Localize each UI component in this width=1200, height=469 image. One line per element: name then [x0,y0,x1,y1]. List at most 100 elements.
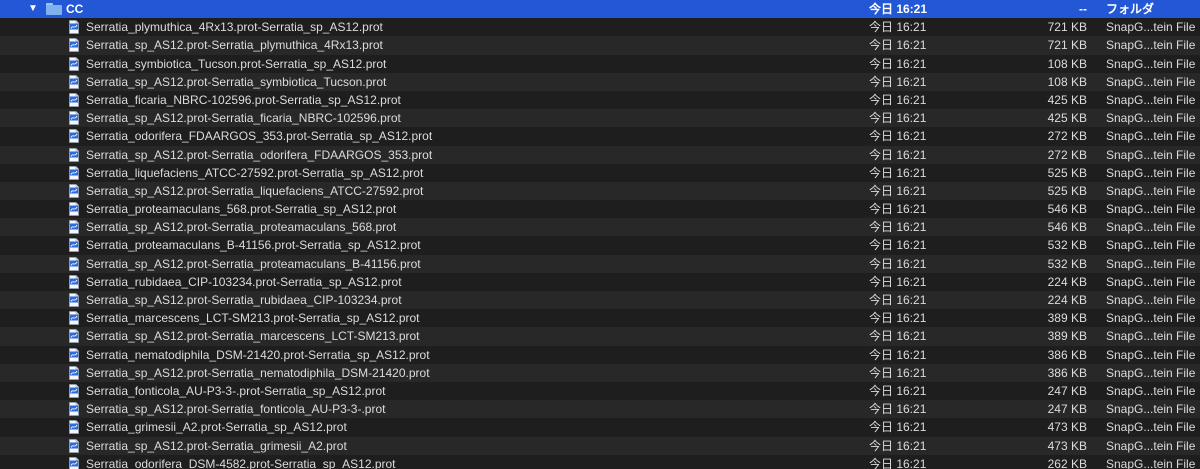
file-row[interactable]: Serratia_grimesii_A2.prot-Serratia_sp_AS… [0,418,1200,436]
file-name: Serratia_odorifera_DSM-4582.prot-Serrati… [86,456,396,469]
file-name: Serratia_sp_AS12.prot-Serratia_marcescen… [86,329,420,344]
file-kind: SnapG...tein File [1106,438,1196,453]
date-modified: 今日 16:21 [869,74,927,89]
file-row[interactable]: Serratia_sp_AS12.prot-Serratia_rubidaea_… [0,291,1200,310]
snapgene-file-icon [69,111,79,126]
folder-row-cc[interactable]: ▼ CC 今日 16:21 -- フォルダ [0,0,1200,19]
file-name: Serratia_marcescens_LCT-SM213.prot-Serra… [86,311,420,326]
file-row[interactable]: Serratia_nematodiphila_DSM-21420.prot-Se… [0,346,1200,364]
file-name: Serratia_sp_AS12.prot-Serratia_plymuthic… [86,38,383,53]
file-name: Serratia_plymuthica_4Rx13.prot-Serratia_… [86,20,383,35]
file-kind: SnapG...tein File [1106,256,1196,271]
date-modified: 今日 16:21 [869,38,927,53]
snapgene-file-icon [69,183,79,198]
snapgene-file-icon [69,238,79,253]
file-row[interactable]: Serratia_rubidaea_CIP-103234.prot-Serrat… [0,273,1200,291]
file-size: 108 KB [1047,56,1087,71]
date-modified: 今日 16:21 [869,383,927,398]
snapgene-file-icon [69,347,79,362]
file-kind: SnapG...tein File [1106,274,1196,289]
snapgene-file-icon [69,56,79,71]
file-size: 473 KB [1047,438,1087,453]
file-name: Serratia_ficaria_NBRC-102596.prot-Serrat… [86,92,401,107]
file-kind: SnapG...tein File [1106,220,1196,235]
file-row[interactable]: Serratia_proteamaculans_568.prot-Serrati… [0,200,1200,218]
file-row[interactable]: Serratia_sp_AS12.prot-Serratia_grimesii_… [0,436,1200,455]
file-name: Serratia_rubidaea_CIP-103234.prot-Serrat… [86,274,402,289]
date-modified: 今日 16:21 [869,20,927,35]
date-modified: 今日 16:21 [869,202,927,217]
snapgene-file-icon [69,311,79,326]
file-rows: Serratia_plymuthica_4Rx13.prot-Serratia_… [0,18,1200,469]
file-row[interactable]: Serratia_odorifera_FDAARGOS_353.prot-Ser… [0,127,1200,145]
snapgene-file-icon [69,202,79,216]
file-row[interactable]: Serratia_plymuthica_4Rx13.prot-Serratia_… [0,18,1200,36]
file-row[interactable]: Serratia_sp_AS12.prot-Serratia_liquefaci… [0,181,1200,201]
file-size: 721 KB [1047,38,1087,53]
file-row[interactable]: Serratia_marcescens_LCT-SM213.prot-Serra… [0,309,1200,327]
file-size: 224 KB [1047,274,1087,289]
file-row[interactable]: Serratia_fonticola_AU-P3-3-.prot-Serrati… [0,382,1200,400]
file-kind: SnapG...tein File [1106,383,1196,398]
date-modified: 今日 16:21 [869,147,927,162]
file-size: 721 KB [1047,20,1087,35]
file-row[interactable]: Serratia_sp_AS12.prot-Serratia_marcescen… [0,327,1200,346]
file-row[interactable]: Serratia_proteamaculans_B-41156.prot-Ser… [0,236,1200,254]
file-size: 262 KB [1047,456,1087,469]
file-size: 546 KB [1047,220,1087,235]
file-row[interactable]: Serratia_sp_AS12.prot-Serratia_plymuthic… [0,36,1200,55]
file-row[interactable]: Serratia_liquefaciens_ATCC-27592.prot-Se… [0,164,1200,182]
file-size: -- [1079,2,1087,16]
date-modified: 今日 16:21 [869,329,927,344]
file-row[interactable]: Serratia_symbiotica_Tucson.prot-Serratia… [0,55,1200,73]
snapgene-file-icon [69,365,79,380]
date-modified: 今日 16:21 [869,2,928,16]
file-row[interactable]: Serratia_sp_AS12.prot-Serratia_proteamac… [0,254,1200,273]
file-kind: SnapG...tein File [1106,311,1196,326]
file-kind: SnapG...tein File [1106,183,1196,198]
date-modified: 今日 16:21 [869,111,927,126]
file-row[interactable]: Serratia_sp_AS12.prot-Serratia_odorifera… [0,145,1200,164]
date-modified: 今日 16:21 [869,365,927,380]
file-kind: SnapG...tein File [1106,111,1196,126]
file-size: 108 KB [1047,74,1087,89]
file-kind: SnapG...tein File [1106,202,1196,217]
date-modified: 今日 16:21 [869,165,927,180]
file-kind: SnapG...tein File [1106,92,1196,107]
snapgene-file-icon [69,147,79,162]
file-row[interactable]: Serratia_odorifera_DSM-4582.prot-Serrati… [0,455,1200,469]
file-size: 224 KB [1047,293,1087,307]
file-name: Serratia_fonticola_AU-P3-3-.prot-Serrati… [86,383,386,398]
file-row[interactable]: Serratia_sp_AS12.prot-Serratia_ficaria_N… [0,109,1200,128]
file-name: Serratia_sp_AS12.prot-Serratia_liquefaci… [86,183,424,198]
file-kind: SnapG...tein File [1106,347,1196,362]
file-row[interactable]: Serratia_sp_AS12.prot-Serratia_symbiotic… [0,72,1200,91]
snapgene-file-icon [69,329,79,344]
disclosure-triangle-icon[interactable]: ▼ [28,0,40,18]
snapgene-file-icon [69,20,79,35]
snapgene-file-icon [69,274,79,289]
snapgene-file-icon [69,402,79,417]
date-modified: 今日 16:21 [869,256,927,271]
date-modified: 今日 16:21 [869,347,927,362]
file-row[interactable]: Serratia_sp_AS12.prot-Serratia_fonticola… [0,400,1200,419]
file-kind: SnapG...tein File [1106,38,1196,53]
file-name: Serratia_sp_AS12.prot-Serratia_proteamac… [86,256,421,271]
date-modified: 今日 16:21 [869,402,927,417]
file-size: 473 KB [1047,420,1087,435]
file-row[interactable]: Serratia_sp_AS12.prot-Serratia_proteamac… [0,218,1200,237]
file-row[interactable]: Serratia_sp_AS12.prot-Serratia_nematodip… [0,363,1200,382]
file-name: Serratia_odorifera_FDAARGOS_353.prot-Ser… [86,129,433,144]
file-size: 532 KB [1047,238,1087,253]
file-name: Serratia_sp_AS12.prot-Serratia_nematodip… [86,365,430,380]
file-name: Serratia_sp_AS12.prot-Serratia_symbiotic… [86,74,387,89]
file-name: Serratia_sp_AS12.prot-Serratia_ficaria_N… [86,111,401,126]
snapgene-file-icon [69,384,79,398]
file-row[interactable]: Serratia_ficaria_NBRC-102596.prot-Serrat… [0,91,1200,109]
file-name: Serratia_symbiotica_Tucson.prot-Serratia… [86,56,387,71]
date-modified: 今日 16:21 [869,274,927,289]
file-kind: SnapG...tein File [1106,402,1196,417]
file-kind: SnapG...tein File [1106,129,1196,144]
file-kind: SnapG...tein File [1106,365,1196,380]
file-kind: SnapG...tein File [1106,293,1196,307]
